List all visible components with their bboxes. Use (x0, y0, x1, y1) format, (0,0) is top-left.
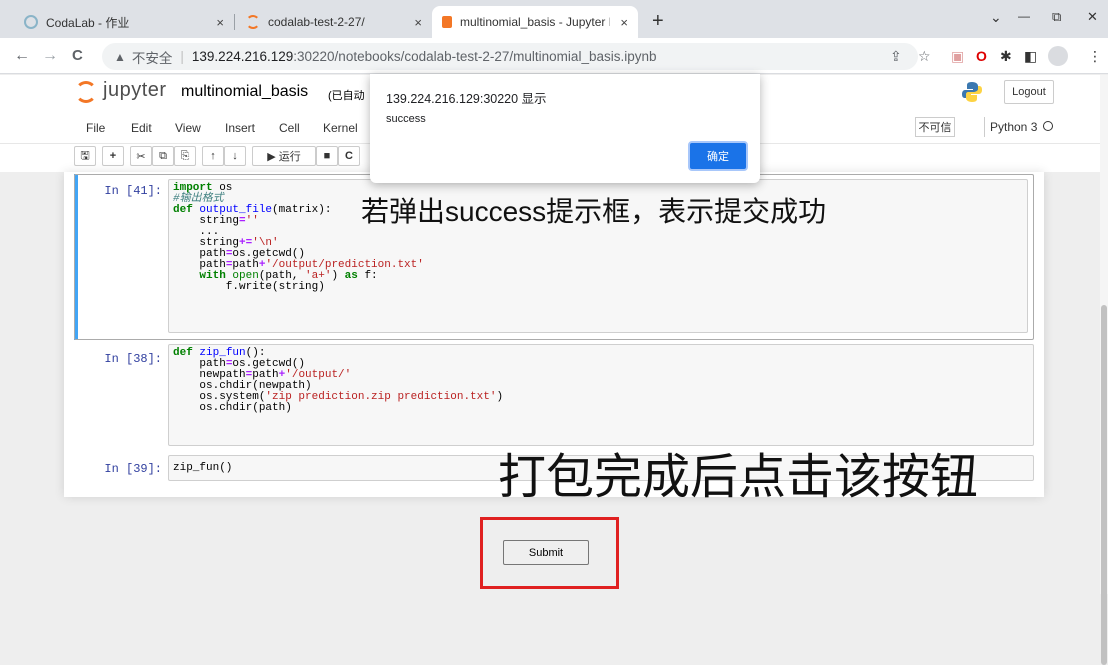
jupyter-logo-icon[interactable] (75, 81, 97, 103)
profile-avatar[interactable] (1048, 46, 1068, 66)
paste-icon[interactable]: ⎘ (174, 146, 196, 166)
alert-dialog: 139.224.216.129:30220 显示 success 确定 (370, 74, 760, 183)
save-icon[interactable]: 🖫 (74, 146, 96, 166)
annotation-button-note: 打包完成后点击该按钮 (498, 451, 979, 504)
reload-button[interactable]: C (72, 47, 83, 64)
add-cell-icon[interactable]: + (102, 146, 124, 166)
trusted-badge[interactable]: 不可信 (915, 117, 955, 137)
tab-search-dropdown-icon[interactable]: ⌄ (990, 9, 1002, 26)
run-icon: ▶ (267, 150, 279, 163)
kernel-idle-icon (1043, 121, 1053, 131)
new-tab-button[interactable]: + (652, 10, 664, 33)
tab-title: codalab-test-2-27/ (268, 15, 365, 29)
kernel-divider (984, 117, 985, 137)
submit-area: Submit (0, 510, 1108, 594)
cell-prompt: In [38]: (104, 352, 162, 366)
close-icon[interactable]: × (414, 15, 422, 30)
dialog-message: success (386, 113, 426, 125)
menu-edit[interactable]: Edit (131, 121, 152, 135)
code-line: os.chdir(path) (173, 402, 292, 414)
restore-button[interactable]: ⧉ (1052, 9, 1061, 25)
copy-icon[interactable]: ⧉ (152, 146, 174, 166)
menu-cell[interactable]: Cell (279, 121, 300, 135)
url-path: :30220/notebooks/codalab-test-2-27/multi… (293, 49, 657, 64)
codalab-favicon-icon (24, 15, 38, 29)
cell-prompt: In [39]: (104, 462, 162, 476)
menu-insert[interactable]: Insert (225, 121, 255, 135)
insecure-label: 不安全 (131, 50, 173, 66)
browser-toolbar: ← → C ▲ 不安全 | 139.224.216.129 :30220/not… (0, 38, 1108, 74)
submit-button[interactable]: Submit (503, 540, 589, 565)
dialog-ok-button[interactable]: 确定 (688, 141, 748, 171)
menu-file[interactable]: File (86, 121, 105, 135)
minimize-button[interactable]: — (1018, 9, 1030, 23)
autosave-status: (已自动 (328, 90, 365, 102)
jupyter-favicon-icon (246, 15, 260, 29)
opera-extension-icon[interactable]: O (976, 48, 987, 64)
scrollbar-thumb[interactable] (1101, 305, 1107, 665)
share-icon[interactable]: ⇪ (890, 48, 902, 65)
browser-tab-bar: CodaLab - 作业 × codalab-test-2-27/ × mult… (0, 0, 1108, 38)
logout-button[interactable]: Logout (1004, 80, 1054, 104)
menu-kernel[interactable]: Kernel (323, 121, 358, 135)
page-scrollbar[interactable] (1100, 75, 1108, 665)
jupyter-logo-text[interactable]: jupyter (103, 79, 167, 102)
bookmark-star-icon[interactable]: ☆ (918, 48, 931, 65)
move-up-icon[interactable]: ↑ (202, 146, 224, 166)
warning-icon[interactable]: ▲ (114, 50, 126, 64)
forward-button[interactable]: → (42, 47, 58, 65)
tab-multinomial-basis[interactable]: multinomial_basis - Jupyter N × (432, 6, 638, 38)
notebook-favicon-icon (442, 16, 452, 28)
url-host: 139.224.216.129 (191, 49, 294, 64)
kernel-name: Python 3 (990, 120, 1038, 134)
run-label: 运行 (278, 151, 301, 163)
window-close-button[interactable]: ✕ (1087, 9, 1098, 25)
menu-view[interactable]: View (175, 121, 201, 135)
side-panel-icon[interactable]: ◧ (1024, 48, 1037, 65)
cell-prompt: In [41]: (104, 184, 162, 198)
puzzle-extensions-icon[interactable]: ✱ (1000, 48, 1012, 65)
address-separator: | (180, 49, 184, 64)
extension-icon[interactable]: ▣ (951, 48, 964, 65)
move-down-icon[interactable]: ↓ (224, 146, 246, 166)
run-button[interactable]: ▶ 运行 (252, 146, 316, 166)
tab-divider (234, 14, 235, 30)
python-logo-icon (961, 81, 983, 103)
more-menu-icon[interactable]: ⋮ (1088, 48, 1102, 65)
code-input[interactable]: def zip_fun(): path=os.getcwd() newpath=… (168, 344, 1034, 446)
notebook-name[interactable]: multinomial_basis (181, 83, 308, 101)
code-line: os.system('zip prediction.zip prediction… (173, 391, 504, 403)
close-icon[interactable]: × (216, 15, 224, 30)
code-line: f.write(string) (173, 281, 325, 293)
dialog-title: 139.224.216.129:30220 显示 (386, 92, 547, 106)
code-cell[interactable]: In [38]: def zip_fun(): path=os.getcwd()… (74, 344, 1034, 446)
tab-title: CodaLab - 作业 (46, 15, 130, 30)
tab-title: multinomial_basis - Jupyter N (460, 15, 610, 29)
tab-codalab[interactable]: CodaLab - 作业 × (14, 6, 234, 38)
cut-icon[interactable]: ✂ (130, 146, 152, 166)
close-icon[interactable]: × (620, 15, 628, 30)
back-button[interactable]: ← (14, 47, 30, 65)
interrupt-icon[interactable]: ■ (316, 146, 338, 166)
tab-codalab-test[interactable]: codalab-test-2-27/ × (236, 6, 432, 38)
address-bar[interactable]: ▲ 不安全 | 139.224.216.129 :30220/notebooks… (102, 43, 918, 70)
restart-icon[interactable]: C (338, 146, 360, 166)
annotation-popup-note: 若弹出success提示框，表示提交成功 (361, 196, 827, 227)
